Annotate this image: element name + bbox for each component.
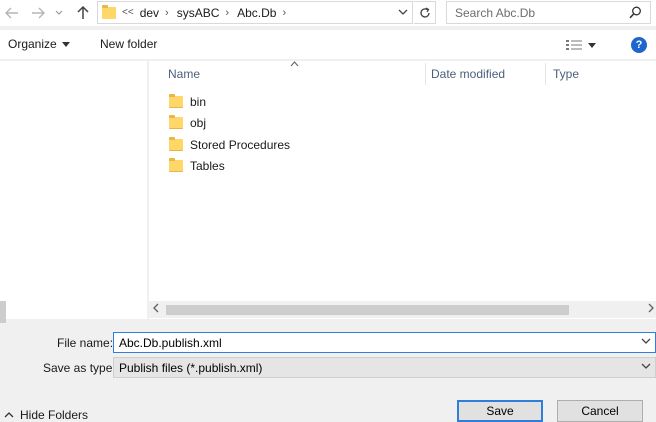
help-icon[interactable]: ? bbox=[631, 37, 647, 53]
forward-button[interactable] bbox=[28, 3, 48, 23]
chevron-up-icon bbox=[4, 412, 14, 418]
column-date-modified-label: Date modified bbox=[431, 67, 506, 81]
folder-icon bbox=[169, 137, 183, 151]
list-item-label: bin bbox=[190, 95, 207, 109]
back-button[interactable] bbox=[2, 3, 22, 23]
forward-arrow-icon bbox=[32, 7, 45, 19]
organize-button[interactable]: Organize bbox=[8, 37, 70, 51]
save-as-type-label: Save as type: bbox=[43, 361, 116, 375]
column-name-label: Name bbox=[168, 67, 201, 81]
save-button[interactable]: Save bbox=[457, 400, 543, 422]
file-name-label: File name: bbox=[57, 336, 114, 350]
list-item-label: Stored Procedures bbox=[190, 138, 291, 152]
column-header-type[interactable]: Type bbox=[553, 61, 653, 87]
details-view-icon bbox=[566, 40, 582, 50]
address-bar[interactable]: << dev › sysABC › Abc.Db › bbox=[97, 1, 413, 24]
refresh-button[interactable] bbox=[414, 1, 436, 24]
breadcrumb-separator-icon[interactable]: › bbox=[165, 7, 169, 19]
cancel-button[interactable]: Cancel bbox=[557, 400, 643, 422]
new-folder-button[interactable]: New folder bbox=[100, 37, 157, 51]
search-input[interactable] bbox=[455, 5, 625, 20]
list-item[interactable]: Tables bbox=[169, 156, 225, 176]
list-item[interactable]: obj bbox=[169, 113, 206, 133]
breadcrumb-overflow[interactable]: << bbox=[122, 7, 134, 18]
scroll-left-icon[interactable] bbox=[153, 303, 159, 316]
search-icon[interactable] bbox=[629, 6, 642, 22]
list-item[interactable]: bin bbox=[169, 92, 206, 112]
change-view-button[interactable] bbox=[566, 37, 604, 53]
file-list: Name Date modified Type bin obj Stored P… bbox=[149, 61, 656, 319]
file-name-input[interactable] bbox=[119, 335, 619, 350]
list-item-label: Tables bbox=[190, 159, 225, 173]
navigation-pane[interactable] bbox=[0, 61, 148, 323]
recent-locations-button[interactable] bbox=[52, 3, 66, 23]
up-button[interactable] bbox=[73, 3, 93, 23]
file-name-combobox[interactable] bbox=[113, 332, 656, 353]
list-item-label: obj bbox=[190, 116, 207, 130]
scroll-right-icon[interactable] bbox=[648, 303, 654, 316]
folder-icon bbox=[169, 158, 183, 172]
scrollbar-thumb[interactable] bbox=[166, 305, 569, 315]
column-divider[interactable] bbox=[545, 63, 546, 85]
hide-folders-label: Hide Folders bbox=[20, 408, 89, 422]
chevron-down-icon[interactable] bbox=[641, 336, 651, 347]
search-box[interactable] bbox=[446, 1, 651, 24]
sort-ascending-icon bbox=[290, 59, 299, 69]
horizontal-scrollbar[interactable] bbox=[149, 301, 656, 318]
breadcrumb-separator-icon[interactable]: › bbox=[225, 7, 229, 19]
list-item[interactable]: Stored Procedures bbox=[169, 135, 290, 155]
folder-icon bbox=[102, 4, 116, 19]
folder-icon bbox=[169, 94, 183, 108]
save-as-type-select[interactable]: Publish files (*.publish.xml) bbox=[113, 357, 656, 378]
column-divider[interactable] bbox=[425, 63, 426, 85]
breadcrumb-sysabc[interactable]: sysABC bbox=[177, 6, 220, 20]
chevron-down-icon bbox=[398, 9, 408, 15]
up-arrow-icon bbox=[77, 6, 89, 19]
column-header-date-modified[interactable]: Date modified bbox=[431, 61, 543, 87]
hide-folders-button[interactable]: Hide Folders bbox=[4, 408, 88, 422]
organize-label: Organize bbox=[8, 37, 57, 51]
dropdown-triangle-icon bbox=[588, 42, 596, 48]
folder-icon bbox=[169, 115, 183, 129]
chevron-down-icon bbox=[55, 10, 63, 15]
navigation-bar: << dev › sysABC › Abc.Db › bbox=[0, 0, 656, 26]
address-dropdown-button[interactable] bbox=[396, 5, 410, 19]
refresh-icon bbox=[419, 6, 430, 18]
dropdown-triangle-icon bbox=[61, 41, 70, 47]
breadcrumb-dev[interactable]: dev bbox=[140, 6, 159, 20]
save-as-type-value: Publish files (*.publish.xml) bbox=[119, 360, 263, 375]
navigation-scrollbar-thumb[interactable] bbox=[0, 301, 6, 323]
column-type-label: Type bbox=[553, 67, 580, 81]
breadcrumb-abc-db[interactable]: Abc.Db bbox=[237, 6, 276, 20]
command-toolbar: Organize New folder ? bbox=[0, 30, 656, 60]
back-arrow-icon bbox=[5, 7, 18, 19]
chevron-down-icon[interactable] bbox=[641, 361, 651, 372]
breadcrumb-separator-icon[interactable]: › bbox=[282, 7, 286, 19]
